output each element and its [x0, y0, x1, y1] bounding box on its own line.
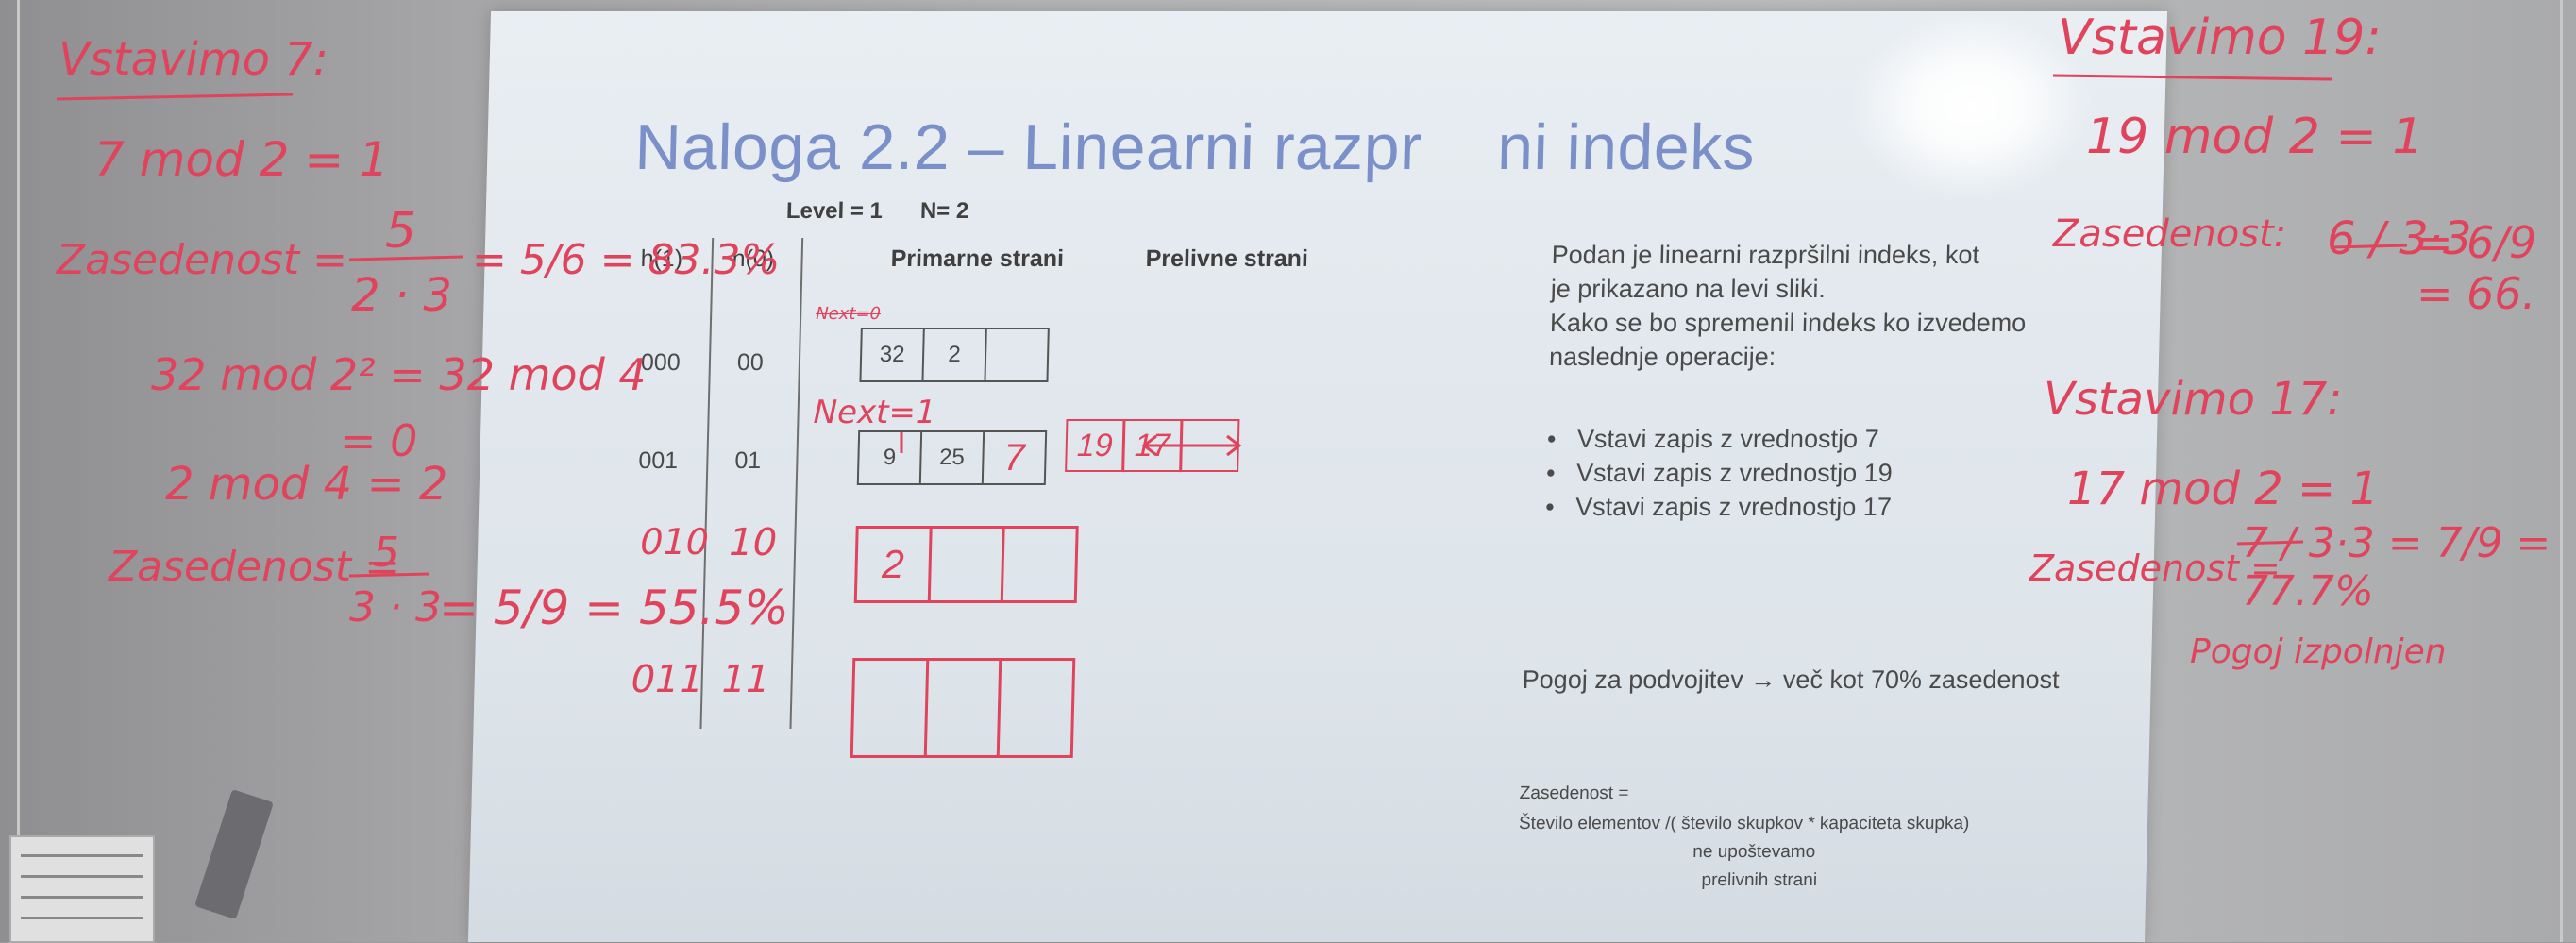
heading-underline-left: [56, 93, 294, 101]
hw-occupancy-19-result: = 6/9 = 66.: [2416, 217, 2537, 319]
hw-occupancy-1-den: 2 · 3: [351, 269, 452, 322]
hw-heading-insert-17: Vstavimo 17:: [2044, 373, 2343, 426]
hw-19-mod-2: 19 mod 2 = 1: [2086, 109, 2424, 165]
hw-occupancy-1-result: = 5/6 = 83.3%: [472, 236, 781, 284]
hw-occupancy-2-result: = 5/9 = 55.5%: [439, 581, 789, 635]
hw-occupancy-1-num: 5: [385, 203, 417, 260]
heading-underline-right: [2052, 74, 2332, 81]
paper-stack: [9, 835, 155, 943]
hw-heading-insert-7: Vstavimo 7:: [59, 33, 328, 86]
hw-17-mod-2: 17 mod 2 = 1: [2067, 463, 2379, 515]
hw-7-mod-2: 7 mod 2 = 1: [94, 132, 389, 187]
hw-32-mod-4: 32 mod 2² = 32 mod 4: [151, 349, 647, 400]
hw-occupancy-2-num: 5: [373, 529, 399, 577]
hw-heading-insert-19: Vstavimo 19:: [2058, 9, 2382, 66]
hw-condition-met: Pogoj izpolnjen: [2190, 632, 2447, 671]
hw-occupancy-19-label: Zasedenost:: [2053, 212, 2287, 256]
hw-occupancy-17-frac: 7 / 3·3 = 7/9 = 77.7%: [2242, 519, 2551, 615]
hw-occupancy-2-den: 3 · 3: [349, 583, 442, 631]
hw-occupancy-1-label: Zasedenost =: [57, 236, 347, 284]
hw-2-mod-4: 2 mod 4 = 2: [165, 458, 448, 511]
